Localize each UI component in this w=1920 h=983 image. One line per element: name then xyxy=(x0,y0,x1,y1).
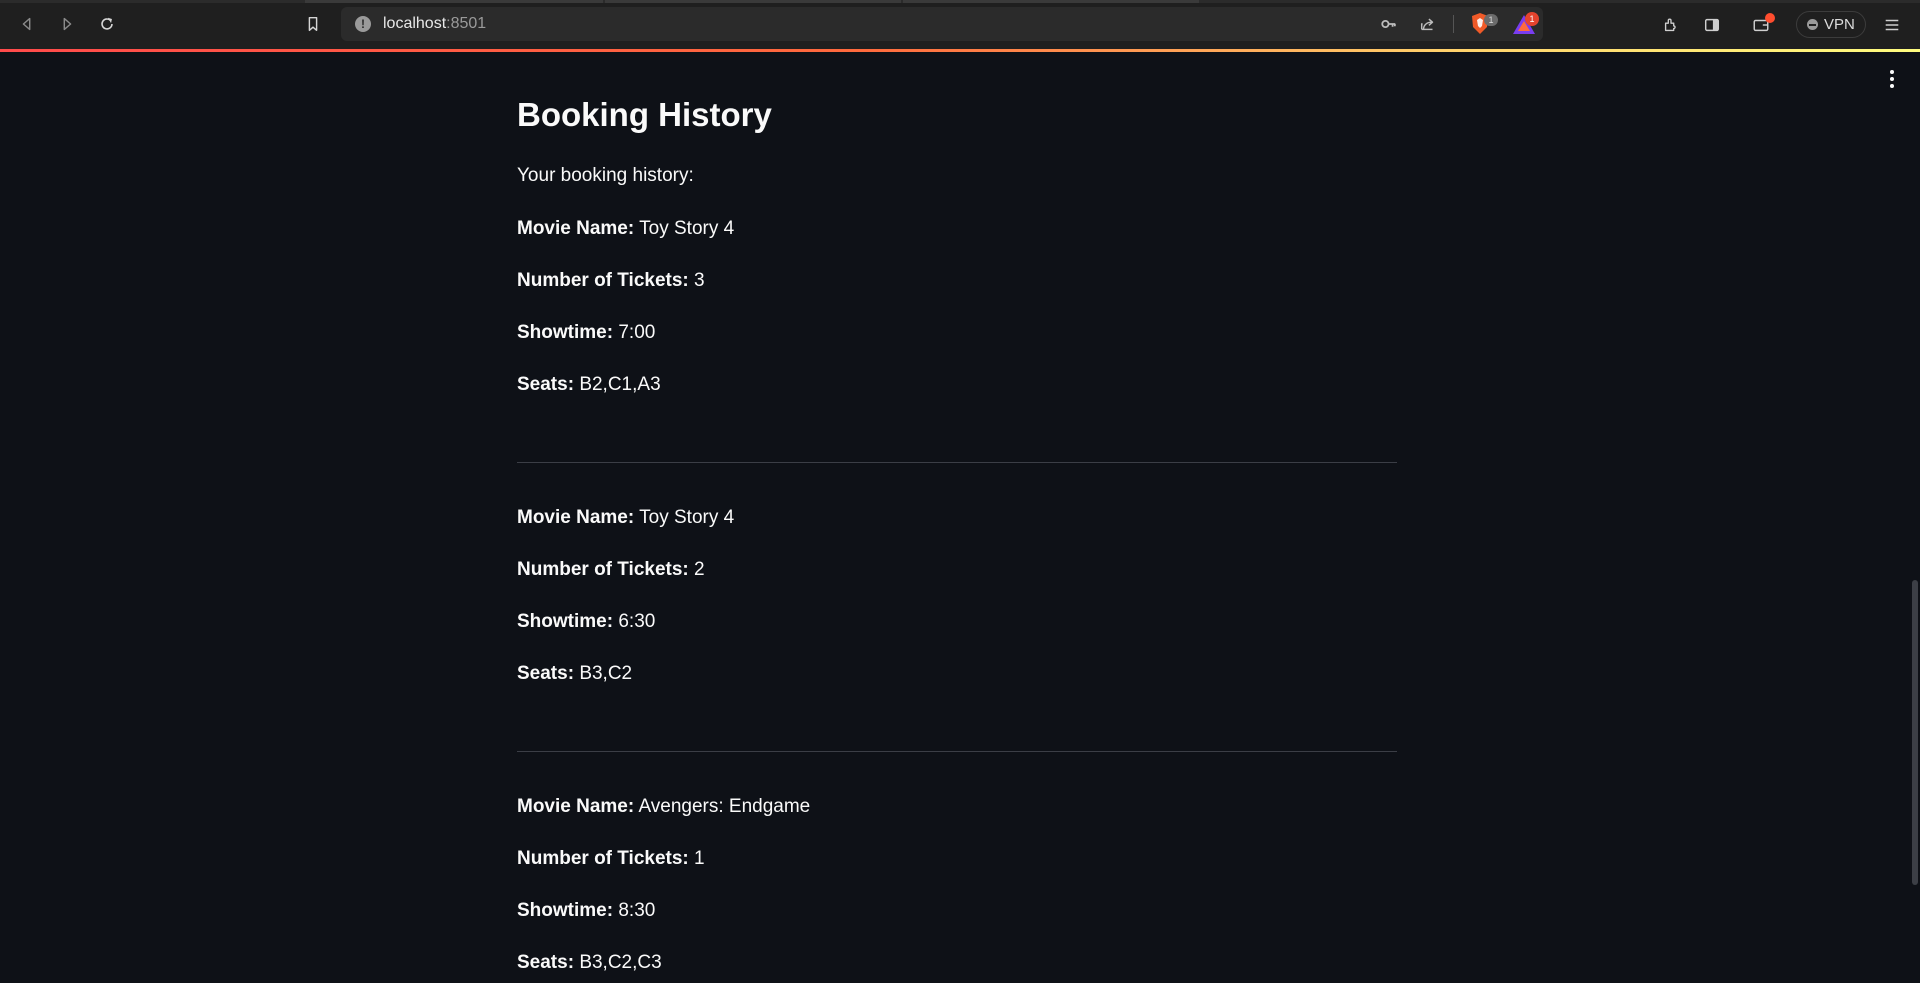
key-icon[interactable] xyxy=(1379,14,1399,34)
sidebar-icon[interactable] xyxy=(1701,14,1723,36)
tab-strip xyxy=(0,0,1920,3)
tab[interactable] xyxy=(305,0,603,3)
menu-icon[interactable] xyxy=(1881,14,1903,36)
booking-ticket-count: Number of Tickets: 1 xyxy=(517,849,705,868)
booking-movie-name: Movie Name: Toy Story 4 xyxy=(517,508,734,527)
booking-showtime: Showtime: 7:00 xyxy=(517,323,655,342)
url-text[interactable]: localhost:8501 xyxy=(383,15,486,33)
seats-value: B3,C2,C3 xyxy=(579,952,662,973)
tickets-value: 2 xyxy=(694,559,705,580)
browser-toolbar: ! localhost:8501 1 1 VPN xyxy=(0,0,1920,49)
movie-value: Avengers: Endgame xyxy=(638,796,811,817)
vpn-label: VPN xyxy=(1824,16,1855,33)
tickets-value: 1 xyxy=(694,848,705,869)
scrollbar-thumb[interactable] xyxy=(1912,580,1918,885)
booking-showtime: Showtime: 8:30 xyxy=(517,901,655,920)
tickets-label: Number of Tickets: xyxy=(517,270,689,291)
divider xyxy=(517,462,1397,463)
movie-label: Movie Name: xyxy=(517,218,635,239)
booking-seats: Seats: B2,C1,A3 xyxy=(517,375,661,394)
seats-label: Seats: xyxy=(517,663,575,684)
forward-icon[interactable] xyxy=(54,11,80,37)
showtime-label: Showtime: xyxy=(517,900,614,921)
extensions-icon[interactable] xyxy=(1660,14,1682,36)
url-host: localhost xyxy=(383,15,447,32)
showtime-value: 8:30 xyxy=(618,900,656,921)
reload-icon[interactable] xyxy=(94,11,120,37)
booking-movie-name: Movie Name: Avengers: Endgame xyxy=(517,797,810,816)
booking-movie-name: Movie Name: Toy Story 4 xyxy=(517,219,734,238)
tab[interactable] xyxy=(903,0,1199,3)
booking-ticket-count: Number of Tickets: 2 xyxy=(517,560,705,579)
back-icon[interactable] xyxy=(14,11,40,37)
address-bar[interactable]: ! localhost:8501 1 1 xyxy=(341,7,1543,41)
seats-label: Seats: xyxy=(517,374,575,395)
booking-ticket-count: Number of Tickets: 3 xyxy=(517,271,705,290)
showtime-label: Showtime: xyxy=(517,611,614,632)
intro-text: Your booking history: xyxy=(517,165,694,186)
vpn-button[interactable]: VPN xyxy=(1796,11,1866,38)
movie-value: Toy Story 4 xyxy=(639,507,735,528)
showtime-value: 7:00 xyxy=(618,322,656,343)
site-info-icon[interactable]: ! xyxy=(355,16,371,32)
page-title: Booking History xyxy=(517,96,772,133)
booking-seats: Seats: B3,C2 xyxy=(517,664,632,683)
share-icon[interactable] xyxy=(1418,14,1438,34)
rewards-badge: 1 xyxy=(1525,12,1539,26)
tickets-label: Number of Tickets: xyxy=(517,559,689,580)
booking-seats: Seats: B3,C2,C3 xyxy=(517,953,662,972)
tab[interactable] xyxy=(605,0,901,3)
vpn-icon xyxy=(1807,19,1818,30)
movie-value: Toy Story 4 xyxy=(639,218,735,239)
seats-label: Seats: xyxy=(517,952,575,973)
movie-label: Movie Name: xyxy=(517,507,635,528)
bookmark-icon[interactable] xyxy=(300,11,326,37)
divider xyxy=(517,751,1397,752)
app-page: Booking History Your booking history: Mo… xyxy=(0,52,1920,983)
showtime-label: Showtime: xyxy=(517,322,614,343)
booking-showtime: Showtime: 6:30 xyxy=(517,612,655,631)
tickets-value: 3 xyxy=(694,270,705,291)
shield-badge: 1 xyxy=(1484,14,1498,26)
seats-value: B2,C1,A3 xyxy=(579,374,661,395)
seats-value: B3,C2 xyxy=(579,663,633,684)
tickets-label: Number of Tickets: xyxy=(517,848,689,869)
wallet-notification-dot xyxy=(1765,13,1775,23)
showtime-value: 6:30 xyxy=(618,611,656,632)
url-port: :8501 xyxy=(446,15,487,32)
more-options-icon[interactable] xyxy=(1884,68,1900,90)
separator xyxy=(1453,15,1454,33)
movie-label: Movie Name: xyxy=(517,796,635,817)
